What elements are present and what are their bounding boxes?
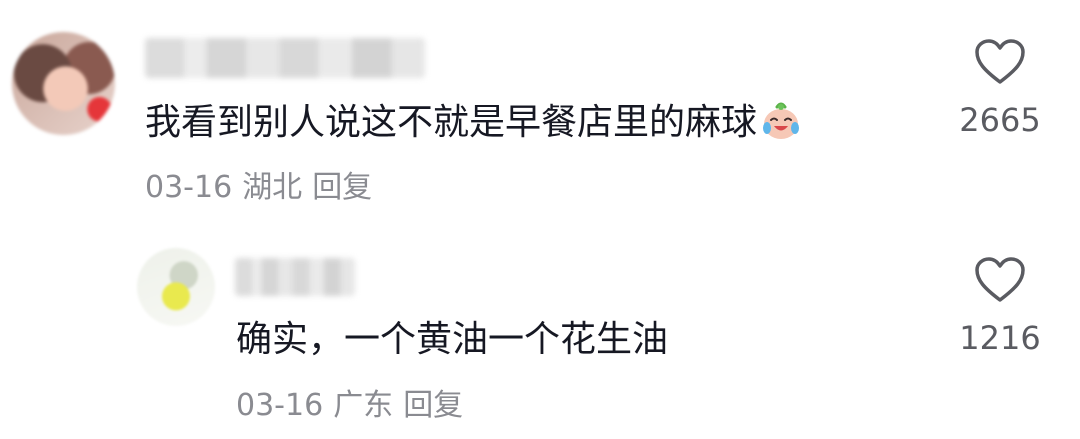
heart-outline-icon[interactable] bbox=[974, 256, 1026, 304]
heart-outline-icon[interactable] bbox=[974, 38, 1026, 86]
reply-text: 确实，一个黄油一个花生油 bbox=[236, 319, 669, 360]
username-blurred[interactable] bbox=[145, 38, 425, 78]
comment-text: 我看到别人说这不就是早餐店里的麻球 bbox=[145, 98, 803, 147]
reply-username-blurred[interactable] bbox=[235, 258, 355, 296]
comment-meta: 03-16 湖北 回复 bbox=[145, 168, 382, 208]
comment-location: 湖北 bbox=[242, 170, 303, 205]
reply-location: 广东 bbox=[333, 388, 394, 423]
avatar[interactable] bbox=[12, 32, 115, 135]
reply-reply-button[interactable]: 回复 bbox=[403, 388, 463, 423]
like-control: 2665 bbox=[940, 38, 1060, 140]
reply-button[interactable]: 回复 bbox=[312, 170, 372, 205]
like-count: 2665 bbox=[959, 101, 1041, 139]
reply-date: 03-16 bbox=[236, 388, 324, 423]
crying-laughing-emoji-icon bbox=[763, 102, 800, 139]
reply-avatar[interactable] bbox=[137, 248, 215, 326]
reply-like-control: 1216 bbox=[940, 256, 1060, 358]
reply-meta: 03-16 广东 回复 bbox=[236, 386, 473, 426]
reply-like-count: 1216 bbox=[959, 319, 1041, 357]
comment-date: 03-16 bbox=[145, 170, 233, 205]
comment-body: 我看到别人说这不就是早餐店里的麻球 bbox=[145, 102, 758, 143]
